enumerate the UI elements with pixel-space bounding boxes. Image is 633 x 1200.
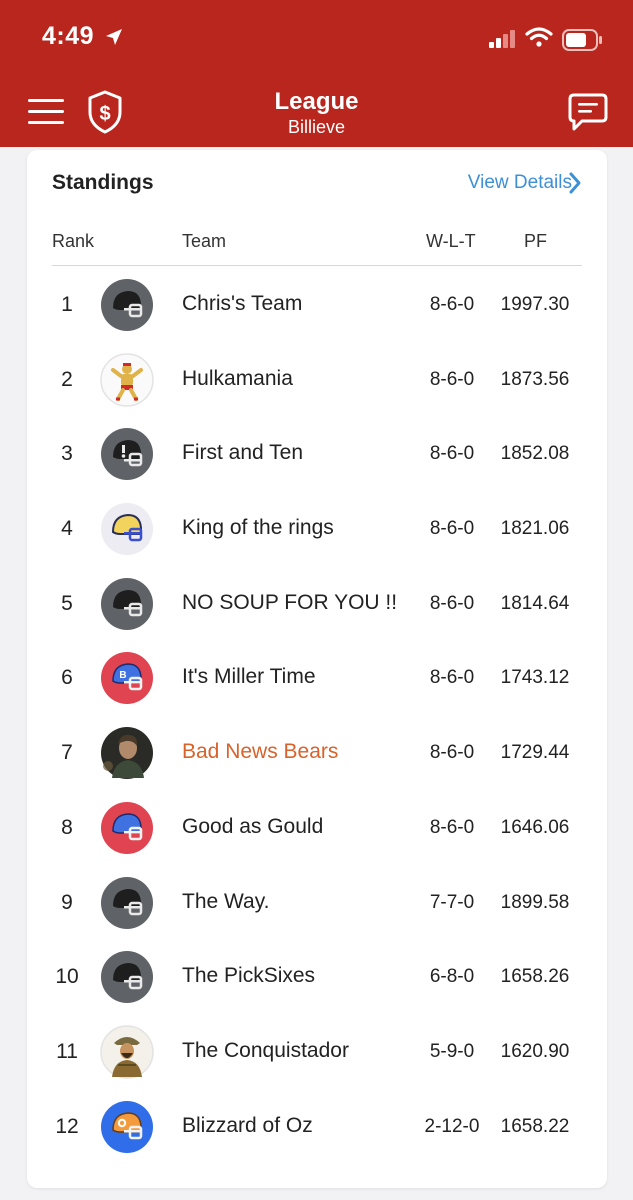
app-header: 4:49 $ League Billieve — [0, 0, 633, 147]
team-points-for: 1899.58 — [500, 891, 570, 913]
team-points-for: 1814.64 — [500, 592, 570, 614]
standings-card: Standings View Details Rank Team W-L-T P… — [27, 150, 607, 1188]
conquistador-photo — [100, 1025, 154, 1079]
standings-row[interactable]: 7 Bad News Bears 8-6-0 1729.44 — [27, 716, 607, 791]
team-record: 8-6-0 — [429, 443, 475, 465]
team-record: 6-8-0 — [429, 966, 475, 988]
team-name[interactable]: Blizzard of Oz — [182, 1114, 313, 1138]
team-rank: 6 — [61, 666, 73, 690]
helmet-gray-icon — [100, 577, 154, 631]
team-points-for: 1852.08 — [500, 443, 570, 465]
team-name[interactable]: Good as Gould — [182, 815, 323, 839]
location-arrow-icon — [106, 29, 122, 45]
team-name[interactable]: First and Ten — [182, 441, 303, 465]
team-name[interactable]: The PickSixes — [182, 964, 315, 988]
team-name[interactable]: The Way. — [182, 890, 270, 914]
team-points-for: 1658.22 — [500, 1115, 570, 1137]
helmet-blue-orange-icon — [100, 1100, 154, 1154]
wifi-icon — [525, 27, 553, 47]
standings-row[interactable]: 3 First and Ten 8-6-0 1852.08 — [27, 417, 607, 492]
card-title: Standings — [52, 171, 154, 194]
team-rank: 9 — [61, 890, 73, 914]
team-name[interactable]: Hulkamania — [182, 367, 293, 391]
standings-row[interactable]: 10 The PickSixes 6-8-0 1658.26 — [27, 940, 607, 1015]
team-record: 5-9-0 — [429, 1040, 475, 1062]
page-subtitle: Billieve — [287, 117, 346, 137]
team-rank: 1 — [61, 293, 73, 316]
standings-row[interactable]: 6 B It's Miller Time 8-6-0 1743.12 — [27, 641, 607, 716]
standings-row[interactable]: 12 Blizzard of Oz 2-12-0 1658.22 — [27, 1090, 607, 1165]
column-header-pf: PF — [524, 231, 548, 251]
team-points-for: 1620.90 — [500, 1040, 570, 1062]
standings-row[interactable]: 9 The Way. 7-7-0 1899.58 — [27, 866, 607, 941]
standings-row[interactable]: 11 The Conquistador 5-9-0 1620.90 — [27, 1015, 607, 1090]
helmet-gray-icon — [100, 950, 154, 1004]
status-time: 4:49 — [42, 22, 95, 50]
page-title: League — [274, 88, 359, 115]
helmet-gray-icon — [100, 278, 154, 332]
team-points-for: 1743.12 — [500, 667, 570, 689]
team-record: 8-6-0 — [429, 518, 475, 540]
standings-row[interactable]: 5 NO SOUP FOR YOU !! 8-6-0 1814.64 — [27, 567, 607, 642]
team-record: 8-6-0 — [429, 667, 475, 689]
svg-text:B: B — [119, 670, 126, 681]
standings-row[interactable]: 2 Hulkamania 8-6-0 1873.56 — [27, 343, 607, 418]
team-rank: 11 — [56, 1039, 78, 1063]
team-rank: 8 — [61, 815, 73, 839]
view-details-link[interactable]: View Details — [468, 172, 572, 194]
battery-icon — [562, 29, 602, 51]
team-points-for: 1658.26 — [500, 966, 570, 988]
team-record: 7-7-0 — [429, 891, 475, 913]
team-points-for: 1873.56 — [500, 368, 570, 390]
team-rank: 3 — [61, 442, 73, 466]
chat-icon[interactable] — [568, 93, 608, 131]
team-rank: 12 — [55, 1114, 79, 1138]
header-divider — [52, 265, 582, 266]
team-record: 8-6-0 — [429, 816, 475, 838]
team-record: 8-6-0 — [429, 742, 475, 764]
team-rank: 7 — [61, 741, 73, 765]
helmet-yellow-icon — [100, 502, 154, 556]
column-header-rank: Rank — [52, 231, 95, 251]
column-header-team: Team — [182, 231, 227, 251]
team-points-for: 1729.44 — [500, 742, 570, 764]
team-rank: 4 — [61, 517, 73, 541]
helmet-red-blue-icon — [100, 801, 154, 855]
cellular-signal-icon — [489, 30, 515, 48]
standings-row[interactable]: 4 King of the rings 8-6-0 1821.06 — [27, 492, 607, 567]
team-rank: 2 — [61, 367, 73, 391]
team-photo — [100, 726, 154, 780]
team-name-highlighted[interactable]: Bad News Bears — [182, 740, 338, 764]
header-titles: League Billieve — [0, 88, 633, 138]
team-rank: 5 — [61, 591, 73, 615]
team-points-for: 1997.30 — [500, 294, 570, 315]
team-record: 8-6-0 — [429, 294, 475, 315]
helmet-gray-icon — [100, 876, 154, 930]
team-rank: 10 — [55, 965, 79, 989]
standings-row[interactable]: 1 Chris's Team 8-6-0 1997.30 — [27, 268, 607, 343]
team-name[interactable]: King of the rings — [182, 516, 334, 540]
team-name[interactable]: It's Miller Time — [182, 665, 316, 689]
team-name[interactable]: Chris's Team — [182, 292, 302, 316]
helmet-red-blue-icon: B — [100, 651, 154, 705]
column-header-wlt: W-L-T — [426, 231, 476, 251]
chevron-right-icon[interactable] — [568, 171, 582, 195]
team-points-for: 1646.06 — [500, 816, 570, 838]
team-record: 2-12-0 — [424, 1115, 480, 1137]
standings-list: 1 Chris's Team 8-6-0 1997.30 2 Hulkamani… — [27, 268, 607, 1164]
team-record: 8-6-0 — [429, 368, 475, 390]
helmet-gray-icon — [100, 427, 154, 481]
team-record: 8-6-0 — [429, 592, 475, 614]
team-points-for: 1821.06 — [500, 518, 570, 540]
team-name[interactable]: NO SOUP FOR YOU !! — [182, 591, 397, 615]
standings-row[interactable]: 8 Good as Gould 8-6-0 1646.06 — [27, 791, 607, 866]
wrestler-photo — [100, 352, 154, 407]
team-name[interactable]: The Conquistador — [182, 1039, 349, 1063]
